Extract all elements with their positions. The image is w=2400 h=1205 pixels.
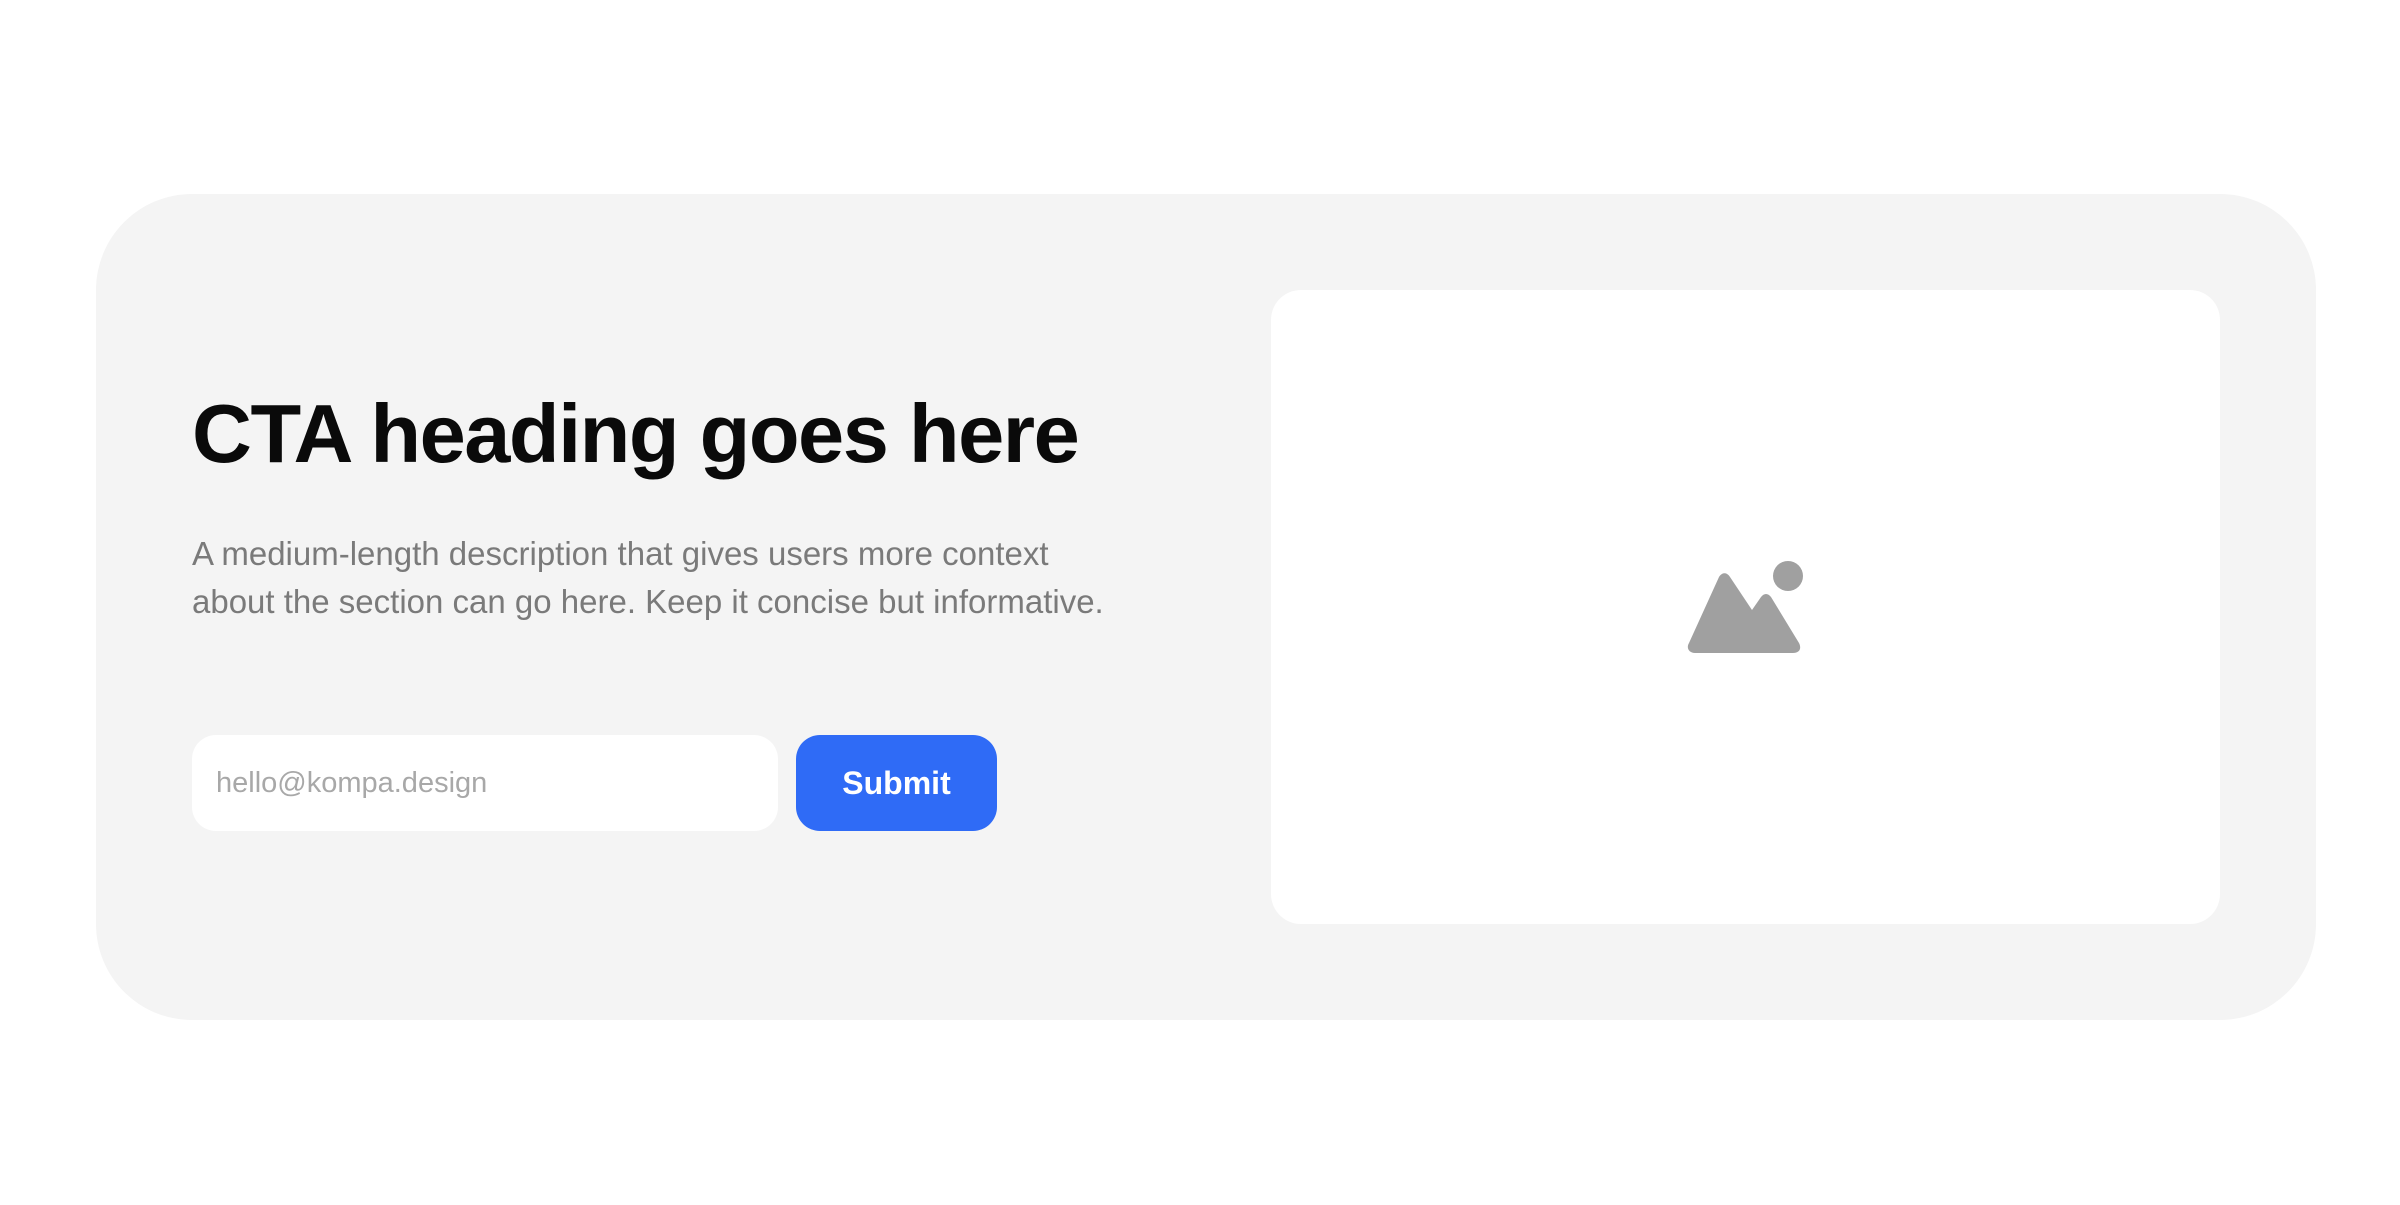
cta-section: CTA heading goes here A medium-length de…	[96, 194, 2316, 1020]
image-placeholder	[1271, 290, 2220, 924]
cta-content: CTA heading goes here A medium-length de…	[192, 384, 1152, 626]
submit-button[interactable]: Submit	[796, 735, 997, 831]
signup-form: Submit	[192, 735, 997, 831]
email-field[interactable]	[192, 735, 778, 831]
cta-description: A medium-length description that gives u…	[192, 535, 1104, 620]
cta-heading: CTA heading goes here	[192, 387, 1080, 480]
image-placeholder-icon	[1687, 561, 1803, 653]
page: CTA heading goes here A medium-length de…	[0, 0, 2400, 1205]
